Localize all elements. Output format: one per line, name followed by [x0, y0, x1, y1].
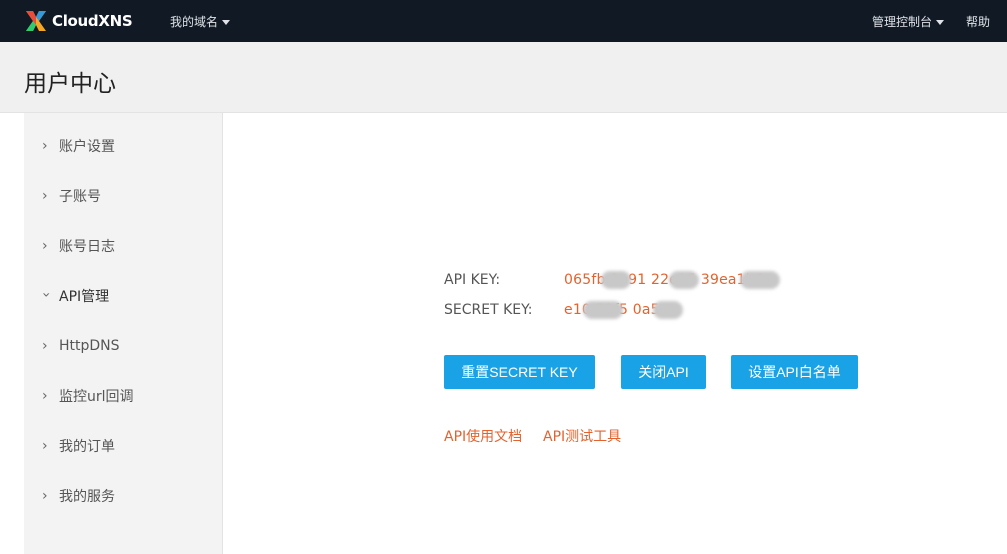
chevron-right-icon: › [42, 488, 48, 504]
chevron-right-icon: › [42, 338, 48, 354]
redaction-blur [583, 301, 623, 319]
sidebar-item-label: 我的订单 [59, 439, 115, 455]
close-api-button[interactable]: 关闭API [621, 355, 706, 389]
caret-down-icon [222, 20, 231, 25]
chevron-right-icon: › [42, 438, 48, 454]
cloudxns-logo-icon [26, 11, 46, 31]
sidebar-item-label: 我的服务 [59, 489, 115, 505]
reset-secret-key-button[interactable]: 重置SECRET KEY [444, 355, 595, 389]
sidebar-item-subaccounts[interactable]: › 子账号 [24, 181, 222, 211]
redaction-blur [653, 301, 683, 319]
chevron-down-icon: › [38, 292, 54, 298]
sidebar-item-url-callback[interactable]: › 监控url回调 [24, 381, 222, 411]
top-navbar: CloudXNS 我的域名 管理控制台 帮助 [0, 0, 1007, 42]
chevron-right-icon: › [42, 388, 48, 404]
sidebar-item-httpdns[interactable]: › HttpDNS [24, 331, 222, 361]
sidebar-item-label: 账号日志 [59, 239, 115, 255]
api-test-tool-link[interactable]: API测试工具 [543, 426, 621, 446]
brand-name: CloudXNS [52, 12, 133, 30]
api-docs-link[interactable]: API使用文档 [444, 426, 522, 446]
secret-key-label: SECRET KEY: [444, 302, 533, 318]
nav-my-domains-label: 我的域名 [170, 15, 219, 29]
page-header: 用户中心 [0, 42, 1007, 113]
main-content: API KEY: 065fb 1e91 22e15 39ea1b6 SECRET… [223, 113, 1007, 554]
redaction-blur [740, 271, 780, 289]
sidebar-item-label: 账户设置 [59, 139, 115, 155]
sidebar: › 账户设置 › 子账号 › 账号日志 › API管理 › HttpDNS › … [24, 113, 223, 554]
chevron-right-icon: › [42, 188, 48, 204]
sidebar-item-label: API管理 [59, 289, 110, 305]
sidebar-item-label: 子账号 [59, 189, 101, 205]
api-key-value: 065fb 1e91 22e15 39ea1b6 [564, 272, 764, 288]
sidebar-item-label: 监控url回调 [59, 389, 134, 405]
chevron-right-icon: › [42, 238, 48, 254]
nav-help-link[interactable]: 帮助 [966, 13, 990, 30]
sidebar-item-my-services[interactable]: › 我的服务 [24, 481, 222, 511]
brand-logo[interactable]: CloudXNS [24, 10, 133, 32]
api-key-label: API KEY: [444, 272, 501, 288]
chevron-right-icon: › [42, 138, 48, 154]
sidebar-item-label: HttpDNS [59, 338, 120, 354]
sidebar-item-account-log[interactable]: › 账号日志 [24, 231, 222, 261]
nav-console-label: 管理控制台 [872, 15, 933, 29]
api-whitelist-button[interactable]: 设置API白名单 [731, 355, 858, 389]
nav-console-dropdown[interactable]: 管理控制台 [872, 13, 945, 30]
sidebar-item-api-management[interactable]: › API管理 [24, 281, 222, 311]
redaction-blur [601, 271, 631, 289]
sidebar-item-my-orders[interactable]: › 我的订单 [24, 431, 222, 461]
page-title: 用户中心 [24, 71, 116, 97]
nav-my-domains-dropdown[interactable]: 我的域名 [170, 13, 231, 30]
sidebar-item-account-settings[interactable]: › 账户设置 [24, 131, 222, 161]
redaction-blur [669, 271, 699, 289]
caret-down-icon [936, 20, 945, 25]
